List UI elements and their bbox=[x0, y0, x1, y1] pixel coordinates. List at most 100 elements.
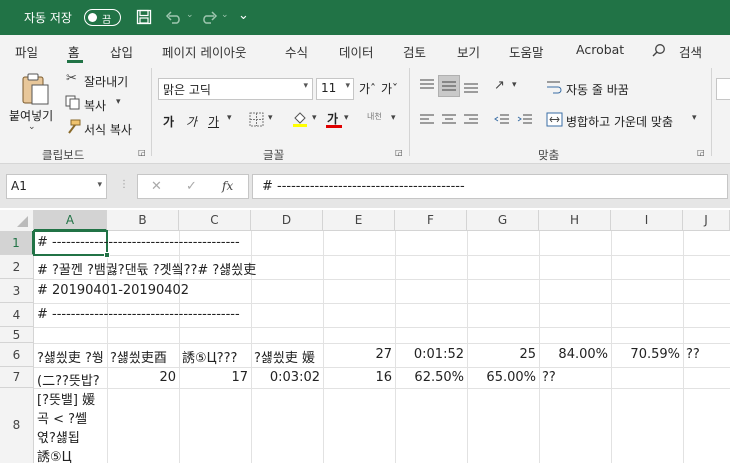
search-icon[interactable] bbox=[652, 43, 666, 57]
underline-button[interactable]: 가 bbox=[208, 113, 219, 130]
cell-h6[interactable]: 84.00% bbox=[539, 347, 608, 362]
decrease-indent-icon[interactable] bbox=[494, 113, 510, 127]
phonetic-dropdown-icon[interactable]: ▾ bbox=[391, 113, 396, 123]
fill-handle[interactable] bbox=[104, 252, 110, 258]
column-header-i[interactable]: I bbox=[611, 210, 683, 231]
orientation-dropdown-icon[interactable]: ▾ bbox=[512, 80, 517, 90]
decrease-font-size-button[interactable]: 가ˇ bbox=[381, 80, 398, 97]
cell-a1[interactable]: # --------------------------------------… bbox=[37, 235, 240, 250]
tab-review[interactable]: 검토 bbox=[403, 42, 426, 61]
cell-a4[interactable]: # --------------------------------------… bbox=[37, 307, 240, 322]
column-header-f[interactable]: F bbox=[395, 210, 467, 231]
align-middle-button[interactable] bbox=[438, 75, 460, 97]
row-header-8[interactable]: 8 bbox=[0, 388, 34, 463]
cancel-icon[interactable]: ✕ bbox=[151, 179, 162, 194]
cell-i6[interactable]: 70.59% bbox=[611, 347, 680, 362]
cell-a3[interactable]: # 20190401-20190402 bbox=[37, 283, 189, 298]
cell-b6[interactable]: ?섏씠吏酉 bbox=[110, 347, 179, 366]
row-header-2[interactable]: 2 bbox=[0, 255, 34, 279]
alignment-launcher-icon[interactable]: ◲ bbox=[697, 148, 705, 157]
font-size-dropdown-icon[interactable]: ▾ bbox=[345, 81, 350, 91]
insert-function-icon[interactable]: fx bbox=[222, 179, 233, 193]
column-header-h[interactable]: H bbox=[539, 210, 611, 231]
tab-help[interactable]: 도움말 bbox=[509, 42, 544, 61]
increase-font-size-button[interactable]: 가ˆ bbox=[359, 80, 376, 97]
phonetic-button[interactable]: 내천 bbox=[367, 111, 382, 122]
column-header-a[interactable]: A bbox=[34, 210, 107, 231]
font-launcher-icon[interactable]: ◲ bbox=[395, 148, 403, 157]
merge-center-button[interactable]: 병합하고 가운데 맞춤 bbox=[566, 113, 673, 130]
formula-input[interactable]: # --------------------------------------… bbox=[252, 174, 728, 199]
align-top-icon[interactable] bbox=[419, 78, 435, 92]
copy-dropdown-icon[interactable]: ▾ bbox=[116, 97, 121, 107]
cell-d7[interactable]: 0:03:02 bbox=[251, 370, 320, 385]
cell-a8[interactable]: [?뜻밸] 媛 곡 < ?쎌 엯?섏됩 誘⑤Ц bbox=[37, 391, 107, 463]
row-header-4[interactable]: 4 bbox=[0, 303, 34, 327]
cell-c7[interactable]: 17 bbox=[179, 370, 248, 385]
cell-g7[interactable]: 65.00% bbox=[467, 370, 536, 385]
font-name-box[interactable]: 맑은 고딕 ▾ bbox=[158, 78, 313, 100]
bold-button[interactable]: 가 bbox=[163, 113, 174, 130]
copy-button[interactable]: 복사 bbox=[84, 97, 106, 114]
wrap-text-button[interactable]: 자동 줄 바꿈 bbox=[566, 81, 629, 98]
cell-f6[interactable]: 0:01:52 bbox=[395, 347, 464, 362]
format-painter-icon[interactable] bbox=[65, 119, 81, 134]
tab-data[interactable]: 데이터 bbox=[339, 42, 374, 61]
cut-button[interactable]: 잘라내기 bbox=[84, 73, 128, 90]
tab-formulas[interactable]: 수식 bbox=[285, 42, 308, 61]
align-center-icon[interactable] bbox=[441, 113, 457, 127]
cell-d6[interactable]: ?섏씠吏 媛 bbox=[254, 347, 323, 366]
align-left-icon[interactable] bbox=[419, 113, 435, 127]
font-name-dropdown-icon[interactable]: ▾ bbox=[303, 81, 308, 91]
orientation-icon[interactable]: ↗ bbox=[494, 78, 505, 93]
tab-page-layout[interactable]: 페이지 레이아웃 bbox=[162, 42, 246, 61]
number-format-box[interactable] bbox=[716, 78, 730, 100]
copy-icon[interactable] bbox=[65, 95, 80, 110]
borders-dropdown-icon[interactable]: ▾ bbox=[268, 113, 273, 123]
fill-color-dropdown-icon[interactable]: ▾ bbox=[312, 113, 317, 123]
cell-a6[interactable]: ?섏씠吏 ?쒕 bbox=[37, 347, 107, 366]
clipboard-launcher-icon[interactable]: ◲ bbox=[138, 148, 146, 157]
undo-dropdown-icon[interactable]: ⌄ bbox=[186, 10, 194, 20]
font-size-box[interactable]: 11 ▾ bbox=[316, 78, 354, 100]
tab-view[interactable]: 보기 bbox=[457, 42, 480, 61]
paste-dropdown-icon[interactable]: ⌄ bbox=[28, 122, 36, 132]
cell-a7[interactable]: (二??뜻밥? bbox=[37, 370, 107, 389]
autosave-toggle[interactable]: 끔 bbox=[84, 9, 121, 26]
cell-f7[interactable]: 62.50% bbox=[395, 370, 464, 385]
fill-color-icon[interactable] bbox=[292, 110, 308, 128]
cell-h7[interactable]: ?? bbox=[542, 370, 556, 385]
merge-dropdown-icon[interactable]: ▾ bbox=[692, 113, 697, 123]
cell-a2[interactable]: # ?꿀껜 ?뱀궗?댄듃 ?곗씤??# ?섏씠吏 bbox=[37, 259, 256, 278]
row-header-5[interactable]: 5 bbox=[0, 327, 34, 343]
redo-dropdown-icon[interactable]: ⌄ bbox=[221, 10, 229, 20]
tab-acrobat[interactable]: Acrobat bbox=[576, 42, 624, 57]
tab-home[interactable]: 홈 bbox=[68, 42, 80, 61]
redo-icon[interactable] bbox=[200, 10, 218, 24]
row-header-1[interactable]: 1 bbox=[0, 231, 34, 255]
column-header-g[interactable]: G bbox=[467, 210, 539, 231]
row-header-3[interactable]: 3 bbox=[0, 279, 34, 303]
font-color-dropdown-icon[interactable]: ▾ bbox=[344, 113, 349, 123]
column-header-e[interactable]: E bbox=[323, 210, 395, 231]
increase-indent-icon[interactable] bbox=[517, 113, 533, 127]
italic-button[interactable]: 가 bbox=[186, 113, 197, 130]
enter-icon[interactable]: ✓ bbox=[186, 179, 197, 194]
column-header-b[interactable]: B bbox=[107, 210, 179, 231]
save-icon[interactable] bbox=[136, 9, 152, 25]
borders-icon[interactable] bbox=[249, 112, 264, 127]
name-box-dropdown-icon[interactable]: ▾ bbox=[97, 180, 102, 190]
merge-center-icon[interactable] bbox=[546, 112, 563, 127]
row-header-6[interactable]: 6 bbox=[0, 343, 34, 367]
paste-icon[interactable] bbox=[20, 72, 50, 106]
cut-icon[interactable]: ✂ bbox=[66, 71, 77, 86]
column-header-c[interactable]: C bbox=[179, 210, 251, 231]
align-bottom-icon[interactable] bbox=[463, 80, 479, 94]
cell-g6[interactable]: 25 bbox=[467, 347, 536, 362]
align-right-icon[interactable] bbox=[463, 113, 479, 127]
column-header-j[interactable]: J bbox=[683, 210, 730, 231]
wrap-text-icon[interactable] bbox=[546, 79, 562, 95]
cell-c6[interactable]: 誘⑤Ц??? bbox=[182, 347, 251, 366]
tab-insert[interactable]: 삽입 bbox=[110, 42, 133, 61]
format-painter-button[interactable]: 서식 복사 bbox=[84, 121, 132, 138]
